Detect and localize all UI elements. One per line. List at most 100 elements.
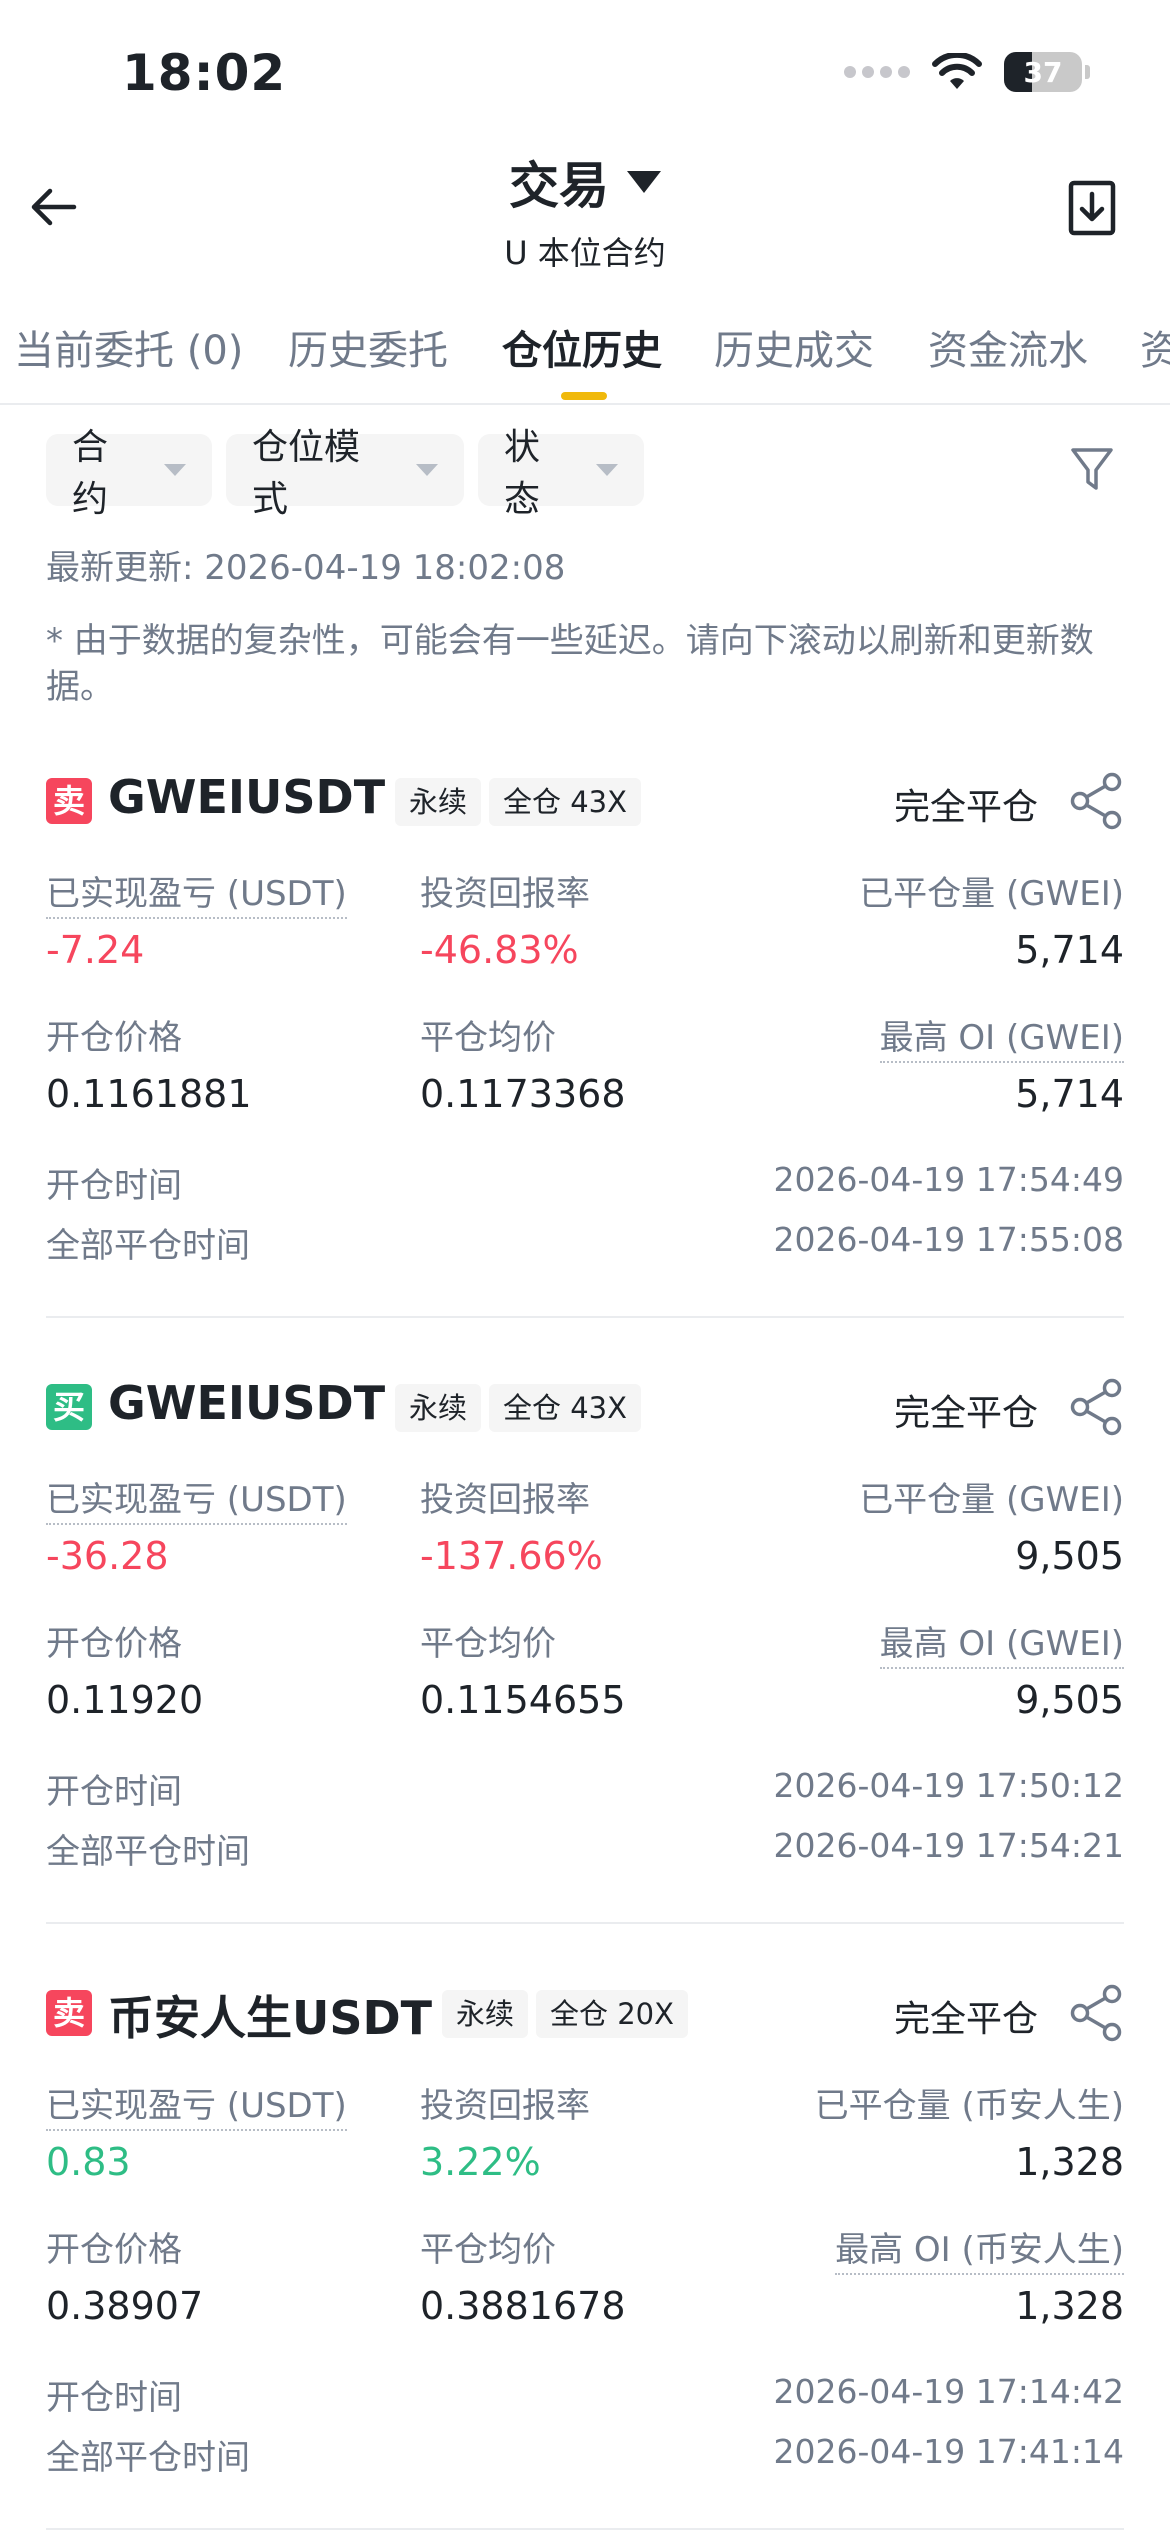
position-card[interactable]: 卖 GWEIUSDT 永续 全仓 43X 完全平仓 已实现盈亏 (USDT) 投…	[46, 768, 1124, 1318]
status-icons: 37	[844, 52, 1090, 92]
roi-label: 投资回报率	[420, 874, 590, 914]
tab-order-history[interactable]: 历史委托	[288, 318, 448, 376]
card-divider	[46, 1922, 1124, 1924]
realized-pnl-label: 已实现盈亏 (USDT)	[46, 866, 347, 919]
tab-open-orders[interactable]: 当前委托 (0)	[14, 318, 243, 376]
active-tab-indicator	[561, 392, 607, 400]
delay-notice: * 由于数据的复杂性，可能会有一些延迟。请向下滚动以刷新和更新数据。	[46, 621, 1094, 707]
max-oi-value: 1,328	[1015, 2284, 1124, 2328]
close-avg-label: 平仓均价	[420, 1018, 556, 1058]
roi-label: 投资回报率	[420, 1480, 590, 1520]
realized-pnl-value: -7.24	[46, 928, 145, 972]
divider	[0, 403, 1170, 405]
max-oi-value: 9,505	[1015, 1678, 1124, 1722]
max-oi-label: 最高 OI (币安人生)	[835, 2222, 1124, 2275]
symbol: 币安人生USDT	[108, 1991, 433, 2045]
page-title: 交易	[509, 157, 609, 215]
side-badge: 卖	[46, 778, 92, 824]
realized-pnl-value: -36.28	[46, 1534, 169, 1578]
filter-status[interactable]: 状态	[478, 427, 644, 520]
share-icon[interactable]	[1068, 1984, 1124, 2042]
card-divider	[46, 1316, 1124, 1318]
status-time: 18:02	[122, 44, 287, 102]
roi-value: -46.83%	[420, 928, 579, 972]
open-price-value: 0.38907	[46, 2284, 204, 2328]
close-avg-value: 0.1154655	[420, 1678, 626, 1722]
open-time-label: 开仓时间	[46, 2378, 182, 2418]
filter-mode-label: 仓位模式	[252, 427, 361, 520]
close-time-label: 全部平仓时间	[46, 1832, 250, 1872]
roi-value: 3.22%	[420, 2140, 541, 2184]
symbol: GWEIUSDT	[108, 1376, 386, 1430]
contract-type-tag: 永续	[395, 778, 482, 826]
page-subtitle: U 本位合约	[504, 234, 666, 272]
closed-qty-value: 5,714	[1015, 928, 1124, 972]
position-status: 完全平仓	[893, 1393, 1038, 1434]
position-header: 买 GWEIUSDT 永续 全仓 43X 完全平仓	[46, 1374, 1124, 1436]
battery-icon: 37	[1004, 52, 1082, 92]
max-oi-value: 5,714	[1015, 1072, 1124, 1116]
open-time-value: 2026-04-19 17:54:49	[773, 1160, 1124, 1199]
realized-pnl-label: 已实现盈亏 (USDT)	[46, 1472, 347, 1525]
roi-value: -137.66%	[420, 1534, 603, 1578]
download-icon[interactable]	[1068, 180, 1116, 236]
realized-pnl-label: 已实现盈亏 (USDT)	[46, 2078, 347, 2131]
open-time-label: 开仓时间	[46, 1166, 182, 1206]
close-time-value: 2026-04-19 17:55:08	[773, 1220, 1124, 1259]
realized-pnl-value: 0.83	[46, 2140, 131, 2184]
open-time-value: 2026-04-19 17:50:12	[773, 1766, 1124, 1805]
open-price-label: 开仓价格	[46, 1624, 182, 1664]
battery-level: 37	[1023, 55, 1063, 89]
contract-type-tag: 永续	[442, 1990, 529, 2038]
contract-type-tag: 永续	[395, 1384, 482, 1432]
max-oi-label: 最高 OI (GWEI)	[879, 1010, 1124, 1063]
share-icon[interactable]	[1068, 772, 1124, 830]
position-status: 完全平仓	[893, 787, 1038, 828]
filter-position-mode[interactable]: 仓位模式	[226, 427, 464, 520]
tab-position-history[interactable]: 仓位历史	[502, 318, 662, 376]
filter-status-label: 状态	[504, 427, 541, 520]
close-time-value: 2026-04-19 17:54:21	[773, 1826, 1124, 1865]
position-header: 卖 币安人生USDT 永续 全仓 20X 完全平仓	[46, 1980, 1124, 2045]
tab-trade-history[interactable]: 历史成交	[714, 318, 874, 376]
open-price-value: 0.1161881	[46, 1072, 252, 1116]
filter-contract-label: 合约	[72, 427, 109, 520]
card-divider	[46, 2528, 1124, 2530]
header: 交易 U 本位合约	[0, 146, 1170, 274]
wifi-icon	[932, 53, 982, 89]
position-status: 完全平仓	[893, 1999, 1038, 2040]
cellular-signal-icon	[844, 66, 910, 78]
filter-contract[interactable]: 合约	[46, 427, 212, 520]
closed-qty-value: 9,505	[1015, 1534, 1124, 1578]
caret-down-icon	[596, 464, 618, 476]
tab-more[interactable]: 资	[1140, 318, 1170, 376]
max-oi-label: 最高 OI (GWEI)	[879, 1616, 1124, 1669]
side-badge: 买	[46, 1384, 92, 1430]
open-time-label: 开仓时间	[46, 1772, 182, 1812]
open-price-value: 0.11920	[46, 1678, 204, 1722]
caret-down-icon	[627, 171, 661, 193]
share-icon[interactable]	[1068, 1378, 1124, 1436]
last-updated: 最新更新: 2026-04-19 18:02:08	[46, 548, 566, 588]
tab-transaction-history[interactable]: 资金流水	[928, 318, 1088, 376]
margin-leverage-tag: 全仓 43X	[489, 1384, 641, 1432]
filter-funnel-icon[interactable]	[1068, 444, 1116, 496]
closed-qty-value: 1,328	[1015, 2140, 1124, 2184]
margin-leverage-tag: 全仓 43X	[489, 778, 641, 826]
close-avg-value: 0.3881678	[420, 2284, 626, 2328]
close-time-value: 2026-04-19 17:41:14	[773, 2432, 1124, 2471]
margin-leverage-tag: 全仓 20X	[536, 1990, 688, 2038]
side-badge: 卖	[46, 1990, 92, 2036]
closed-qty-label: 已平仓量 (GWEI)	[859, 1480, 1124, 1520]
closed-qty-label: 已平仓量 (GWEI)	[859, 874, 1124, 914]
market-selector[interactable]: 交易	[509, 146, 661, 218]
open-price-label: 开仓价格	[46, 1018, 182, 1058]
symbol: GWEIUSDT	[108, 770, 386, 824]
close-avg-label: 平仓均价	[420, 2230, 556, 2270]
caret-down-icon	[416, 464, 438, 476]
position-card[interactable]: 买 GWEIUSDT 永续 全仓 43X 完全平仓 已实现盈亏 (USDT) 投…	[46, 1374, 1124, 1924]
position-card[interactable]: 卖 币安人生USDT 永续 全仓 20X 完全平仓 已实现盈亏 (USDT) 投…	[46, 1980, 1124, 2530]
close-time-label: 全部平仓时间	[46, 1226, 250, 1266]
open-time-value: 2026-04-19 17:14:42	[773, 2372, 1124, 2411]
caret-down-icon	[164, 464, 186, 476]
